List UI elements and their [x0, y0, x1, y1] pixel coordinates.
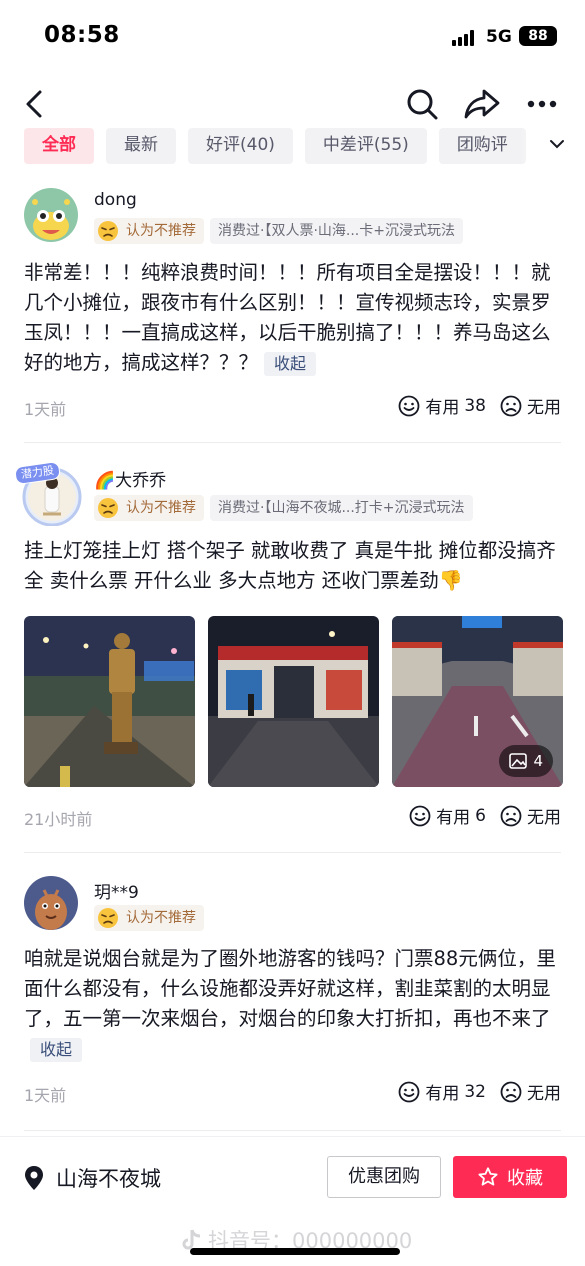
chevron-down-icon[interactable]	[549, 136, 565, 152]
divider	[24, 852, 561, 853]
star-icon	[478, 1167, 498, 1186]
frown-icon	[500, 805, 522, 826]
image-icon	[509, 753, 528, 769]
username[interactable]: dong	[94, 190, 137, 210]
collapse-button[interactable]: 收起	[264, 352, 317, 376]
not-recommend-tag: 认为不推荐	[94, 218, 204, 244]
verdict-label: 认为不推荐	[126, 500, 196, 516]
angry-face-icon	[98, 221, 118, 241]
collapse-button[interactable]: 收起	[30, 1038, 83, 1062]
photo-grid: 4	[24, 616, 563, 787]
review-text-content: 咱就是说烟台就是为了圈外地游客的钱吗？门票88元俩位，里面什么都没有，什么设施都…	[24, 947, 556, 1030]
useful-label: 有用	[436, 808, 471, 828]
not-recommend-tag: 认为不推荐	[94, 495, 204, 521]
location-pin-icon	[25, 1166, 43, 1190]
divider	[24, 1130, 561, 1131]
verdict-label: 认为不推荐	[126, 223, 196, 239]
back-icon[interactable]	[14, 84, 54, 124]
search-icon[interactable]	[402, 84, 442, 124]
photo-count-badge[interactable]: 4	[499, 745, 553, 777]
smile-icon	[409, 805, 431, 826]
filter-chip-negative[interactable]: 中差评(55)	[304, 128, 427, 164]
useless-label: 无用	[527, 398, 561, 418]
useful-button[interactable]: 有用 32	[398, 1079, 486, 1104]
useful-button[interactable]: 有用 38	[398, 393, 486, 418]
filter-chip-latest[interactable]: 最新	[106, 128, 176, 164]
share-icon[interactable]	[462, 84, 502, 124]
status-time: 08:58	[44, 22, 120, 48]
nav-bar	[0, 76, 585, 132]
useful-count: 6	[475, 805, 486, 826]
favorite-button[interactable]: 收藏	[453, 1156, 567, 1198]
more-icon[interactable]	[522, 84, 562, 124]
consumed-tag[interactable]: 消费过·【双人票·山海...卡+沉浸式玩法	[210, 218, 463, 244]
location-link[interactable]: 山海不夜城	[24, 1163, 161, 1193]
status-bar: 08:58 5G 88	[0, 0, 585, 74]
angry-face-icon	[98, 908, 118, 928]
review-time: 21小时前	[24, 810, 93, 829]
useful-count: 32	[464, 1081, 486, 1102]
divider	[24, 442, 561, 443]
username[interactable]: 玥**9	[94, 878, 139, 903]
angry-face-icon	[98, 498, 118, 518]
review-item: dong 认为不推荐 消费过·【双人票·山海...卡+沉浸式玩法 非常差！！！纯…	[24, 188, 561, 420]
bottom-bar: 山海不夜城 优惠团购 收藏 抖音号：000000000	[0, 1136, 585, 1266]
consumed-tag[interactable]: 消费过·【山海不夜城...打卡+沉浸式玩法	[210, 495, 473, 521]
review-time: 1天前	[24, 400, 67, 419]
review-photo[interactable]: 4	[392, 616, 563, 787]
smile-icon	[398, 1081, 420, 1102]
useful-button[interactable]: 有用 6	[409, 803, 486, 828]
not-recommend-tag: 认为不推荐	[94, 905, 204, 931]
review-item: 潜力股 🌈大乔乔 认为不推荐 消费过·【山海不夜城...打卡+沉浸式玩法 挂上灯…	[13, 458, 563, 830]
frown-icon	[500, 395, 522, 416]
review-text: 非常差！！！纯粹浪费时间！！！所有项目全是摆设！！！就几个小摊位，跟夜市有什么区…	[24, 258, 561, 378]
review-text: 挂上灯笼挂上灯 搭个架子 就敢收费了 真是牛批 摊位都没搞齐全 卖什么票 开什么…	[24, 539, 556, 592]
useful-label: 有用	[425, 1084, 460, 1104]
useful-label: 有用	[425, 398, 460, 418]
photo-count: 4	[533, 752, 543, 770]
filter-chip-positive[interactable]: 好评(40)	[188, 128, 293, 164]
home-indicator[interactable]	[190, 1248, 400, 1255]
filter-chip-groupbuy[interactable]: 团购评	[438, 128, 526, 164]
filter-chip-all[interactable]: 全部	[24, 128, 94, 164]
useful-count: 38	[464, 395, 486, 416]
battery-icon: 88	[519, 26, 557, 46]
useless-label: 无用	[527, 808, 561, 828]
smile-icon	[398, 395, 420, 416]
verdict-label: 认为不推荐	[126, 910, 196, 926]
useless-label: 无用	[527, 1084, 561, 1104]
username[interactable]: 🌈大乔乔	[94, 466, 166, 491]
review-item: 玥**9 认为不推荐 咱就是说烟台就是为了圈外地游客的钱吗？门票88元俩位，里面…	[24, 876, 561, 1108]
avatar[interactable]	[24, 188, 78, 242]
useless-button[interactable]: 无用	[500, 803, 561, 828]
review-time: 1天前	[24, 1086, 67, 1105]
group-deal-button[interactable]: 优惠团购	[327, 1156, 441, 1198]
favorite-label: 收藏	[507, 1168, 543, 1189]
useless-button[interactable]: 无用	[500, 393, 561, 418]
review-photo[interactable]	[24, 616, 195, 787]
avatar[interactable]: 潜力股	[13, 460, 82, 527]
filter-bar: 全部 最新 好评(40) 中差评(55) 团购评	[0, 126, 585, 166]
location-name: 山海不夜城	[56, 1167, 161, 1191]
review-photo[interactable]	[208, 616, 379, 787]
signal-icon	[452, 30, 480, 46]
review-text: 咱就是说烟台就是为了圈外地游客的钱吗？门票88元俩位，里面什么都没有，什么设施都…	[24, 944, 561, 1064]
network-label: 5G	[486, 27, 512, 47]
useless-button[interactable]: 无用	[500, 1079, 561, 1104]
avatar[interactable]	[24, 876, 78, 930]
frown-icon	[500, 1081, 522, 1102]
